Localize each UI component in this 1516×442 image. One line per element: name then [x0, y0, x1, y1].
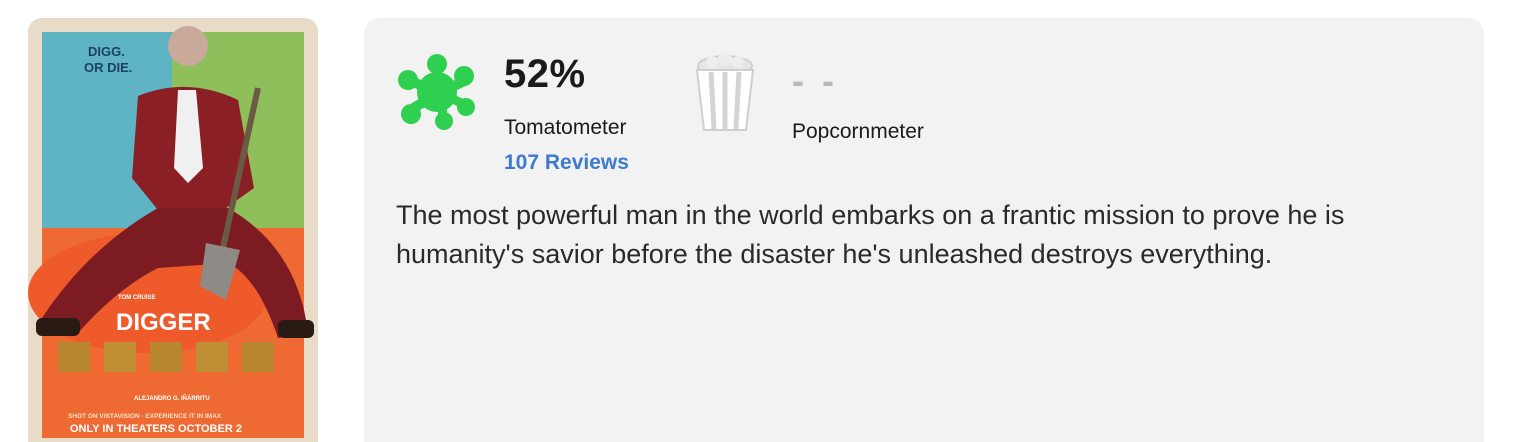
poster-tagline-1: DIGG. — [88, 44, 125, 59]
poster-tagline-2: OR DIE. — [84, 60, 132, 75]
poster-director: ALEJANDRO G. IÑÁRRITU — [134, 395, 210, 402]
movie-poster[interactable]: DIGG. OR DIE. TOM CRUISE DIGGER ALEJANDR… — [28, 18, 318, 442]
green-splat-icon — [396, 52, 478, 132]
tomatometer-score: 52% — [504, 52, 586, 96]
poster-star-credit: TOM CRUISE — [118, 295, 156, 301]
reviews-count-link[interactable]: 107 Reviews — [504, 151, 629, 175]
poster-release: ONLY IN THEATERS OCTOBER 2 — [70, 423, 242, 435]
poster-format: SHOT ON VISTAVISION · EXPERIENCE IT IN I… — [68, 413, 222, 420]
poster-title: DIGGER — [116, 309, 211, 336]
popcornmeter-label: Popcornmeter — [792, 120, 924, 143]
empty-popcorn-bucket-icon — [694, 52, 756, 134]
popcornmeter-score: - - — [792, 60, 838, 101]
tomatometer-label: Tomatometer — [504, 116, 627, 139]
poster-artwork: DIGG. OR DIE. TOM CRUISE DIGGER ALEJANDR… — [28, 18, 318, 442]
score-card: 52% Tomatometer 107 Reviews - - Popcornm… — [364, 18, 1484, 442]
movie-synopsis: The most powerful man in the world embar… — [396, 200, 1345, 269]
